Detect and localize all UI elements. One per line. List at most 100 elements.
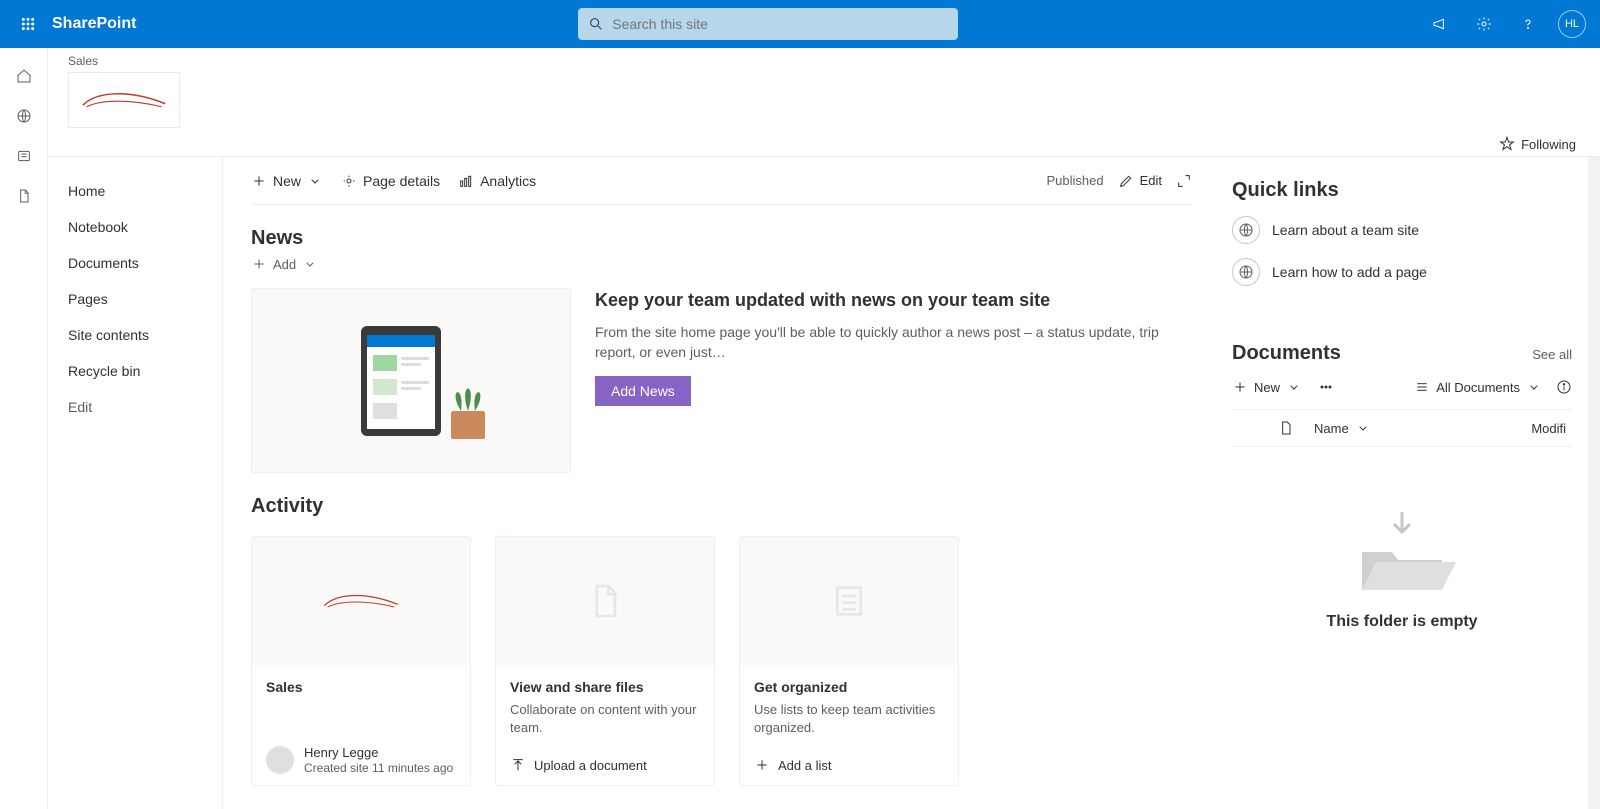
card-desc: Collaborate on content with your team. [510, 701, 700, 737]
analytics-button[interactable]: Analytics [458, 173, 536, 189]
edit-page-button[interactable]: Edit [1118, 173, 1162, 189]
card-title: Get organized [754, 679, 944, 695]
follow-row: Following [48, 128, 1600, 157]
help-icon [1520, 16, 1536, 32]
activity-card-sales[interactable]: Sales Henry Legge Created site 11 minute… [251, 536, 471, 786]
card-action-label: Add a list [778, 758, 831, 773]
tablet-plant-icon [311, 311, 511, 451]
top-bar: SharePoint HL [0, 0, 1600, 48]
plus-icon [251, 173, 267, 189]
globe-icon [1232, 216, 1260, 244]
product-name[interactable]: SharePoint [52, 15, 136, 33]
activity-card-lists[interactable]: Get organized Use lists to keep team act… [739, 536, 959, 786]
account-button[interactable]: HL [1552, 0, 1592, 48]
quicklinks-title: Quick links [1232, 179, 1572, 202]
analytics-icon [458, 173, 474, 189]
card-action-label: Upload a document [534, 758, 647, 773]
activity-card-files[interactable]: View and share files Collaborate on cont… [495, 536, 715, 786]
list-icon [1414, 379, 1430, 395]
waffle-icon [20, 16, 36, 32]
file-icon [585, 581, 625, 621]
nav-pages[interactable]: Pages [68, 281, 222, 317]
documents-info-button[interactable] [1556, 379, 1572, 395]
name-column-header[interactable]: Name [1314, 420, 1371, 436]
rail-home-button[interactable] [14, 66, 34, 86]
quicklink-learn-team-site[interactable]: Learn about a team site [1232, 216, 1572, 244]
add-news-button[interactable]: Add News [595, 376, 691, 406]
nav-site-contents[interactable]: Site contents [68, 317, 222, 353]
rail-globe-button[interactable] [14, 106, 34, 126]
see-all-link[interactable]: See all [1532, 347, 1572, 362]
card-thumb [252, 537, 470, 665]
card-title: View and share files [510, 679, 700, 695]
documents-table-header: Name Modifi [1232, 409, 1572, 447]
nav-documents[interactable]: Documents [68, 245, 222, 281]
globe-icon [1232, 258, 1260, 286]
scrollbar[interactable] [1588, 157, 1600, 809]
nav-edit[interactable]: Edit [68, 389, 222, 425]
car-logo-icon [79, 88, 169, 112]
expand-button[interactable] [1176, 173, 1192, 189]
chevron-down-icon [302, 256, 318, 272]
search-box[interactable] [578, 8, 958, 40]
list-icon [829, 581, 869, 621]
body-area: Sales Following Home Notebook Documents … [48, 48, 1600, 809]
breadcrumb[interactable]: Sales [68, 54, 1580, 68]
following-button[interactable]: Following [1499, 136, 1576, 152]
megaphone-button[interactable] [1420, 0, 1460, 48]
name-column-label: Name [1314, 421, 1349, 436]
upload-icon [510, 757, 526, 773]
following-label: Following [1521, 137, 1576, 152]
rail-news-button[interactable] [14, 146, 34, 166]
upload-document-action[interactable]: Upload a document [510, 757, 647, 773]
rail-files-button[interactable] [14, 186, 34, 206]
documents-new-label: New [1254, 380, 1280, 395]
help-button[interactable] [1508, 0, 1548, 48]
card-thumb [740, 537, 958, 665]
documents-new-button[interactable]: New [1232, 379, 1302, 395]
info-icon [1556, 379, 1572, 395]
modified-column-header[interactable]: Modifi [1531, 421, 1566, 436]
home-icon [16, 68, 32, 84]
new-button[interactable]: New [251, 173, 323, 189]
pencil-icon [1118, 173, 1134, 189]
plus-icon [251, 256, 267, 272]
analytics-label: Analytics [480, 173, 536, 189]
news-icon [16, 148, 32, 164]
avatar: HL [1558, 10, 1586, 38]
nav-notebook[interactable]: Notebook [68, 209, 222, 245]
chevron-down-icon [1526, 379, 1542, 395]
news-headline: Keep your team updated with news on your… [595, 288, 1192, 313]
page-details-button[interactable]: Page details [341, 173, 440, 189]
person-sub: Created site 11 minutes ago [304, 761, 453, 775]
activity-title: Activity [251, 495, 1192, 518]
person-name: Henry Legge [304, 745, 453, 761]
megaphone-icon [1432, 16, 1448, 32]
news-add-button[interactable]: Add [251, 256, 1192, 272]
documents-more-button[interactable] [1318, 379, 1334, 395]
edit-label: Edit [1140, 173, 1162, 188]
chevron-down-icon [1286, 379, 1302, 395]
card-title: Sales [266, 679, 456, 695]
quicklink-learn-add-page[interactable]: Learn how to add a page [1232, 258, 1572, 286]
settings-button[interactable] [1464, 0, 1504, 48]
nav-home[interactable]: Home [68, 173, 222, 209]
documents-view-label: All Documents [1436, 380, 1520, 395]
site-header: Sales [48, 48, 1600, 128]
expand-icon [1176, 173, 1192, 189]
documents-view-selector[interactable]: All Documents [1414, 379, 1542, 395]
plus-icon [1232, 379, 1248, 395]
news-illustration [251, 288, 571, 473]
car-logo-icon [321, 589, 401, 613]
nav-recycle-bin[interactable]: Recycle bin [68, 353, 222, 389]
documents-title: Documents [1232, 342, 1341, 365]
site-nav: Home Notebook Documents Pages Site conte… [48, 157, 223, 809]
page-details-label: Page details [363, 173, 440, 189]
person-avatar [266, 746, 294, 774]
add-list-action[interactable]: Add a list [754, 757, 831, 773]
app-launcher-button[interactable] [8, 0, 48, 48]
star-icon [1499, 136, 1515, 152]
chevron-down-icon [1355, 420, 1371, 436]
search-input[interactable] [612, 16, 948, 32]
site-logo[interactable] [68, 72, 180, 128]
